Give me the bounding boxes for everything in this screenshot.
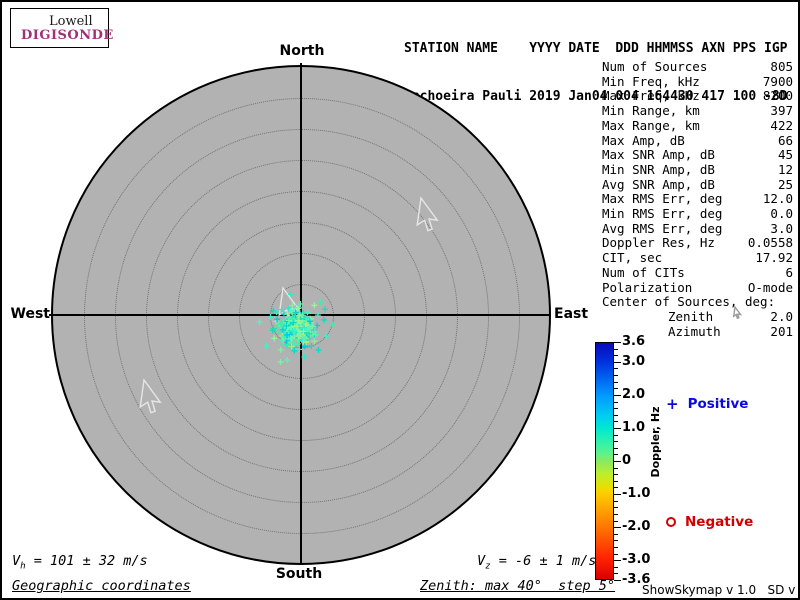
- colorbar-minor-tick: [614, 554, 618, 555]
- colorbar-major-tick: [614, 527, 621, 528]
- north-south-axis: [300, 63, 302, 565]
- compass-label-north: North: [278, 43, 326, 59]
- colorbar-major-tick: [614, 461, 621, 462]
- doppler-colorbar-title: Doppler, Hz: [649, 382, 663, 502]
- colorbar-minor-tick: [614, 474, 618, 475]
- stat-row: Doppler Res, Hz0.0558: [602, 236, 793, 251]
- colorbar-tick-label: 2.0: [622, 387, 645, 402]
- stat-row: Max Freq, kHz8200: [602, 89, 793, 104]
- stat-row: PolarizationO-mode: [602, 281, 793, 296]
- colorbar-minor-tick: [614, 547, 618, 548]
- stat-row: CIT, sec17.92: [602, 251, 793, 266]
- stat-row: Max RMS Err, deg12.0: [602, 192, 793, 207]
- colorbar-minor-tick: [614, 501, 618, 502]
- stat-row: Num of Sources805: [602, 60, 793, 75]
- colorbar-minor-tick: [614, 454, 618, 455]
- stat-row: Min Freq, kHz7900: [602, 75, 793, 90]
- colorbar-minor-tick: [614, 421, 618, 422]
- colorbar-minor-tick: [614, 487, 618, 488]
- colorbar-major-tick: [614, 494, 621, 495]
- colorbar-minor-tick: [614, 388, 618, 389]
- horizontal-velocity-readout: Vh = 101 ± 32 m/s: [12, 553, 148, 572]
- colorbar-minor-tick: [614, 573, 618, 574]
- colorbar-minor-tick: [614, 540, 618, 541]
- stat-row: Min SNR Amp, dB12: [602, 163, 793, 178]
- colorbar-minor-tick: [614, 355, 618, 356]
- stat-row: Avg SNR Amp, dB25: [602, 178, 793, 193]
- stat-row: Max SNR Amp, dB45: [602, 148, 793, 163]
- stat-row: Min RMS Err, deg0.0: [602, 207, 793, 222]
- doppler-colorbar: [595, 342, 614, 580]
- header-column-titles: STATION NAME YYYY DATE DDD HHMMSS AXN PP…: [404, 41, 788, 57]
- colorbar-minor-tick: [614, 435, 618, 436]
- colorbar-major-tick: [614, 342, 621, 343]
- coordinates-note: Geographic coordinates: [12, 578, 191, 594]
- stat-row: Min Range, km397: [602, 104, 793, 119]
- colorbar-tick-label: -3.0: [622, 552, 650, 567]
- legend-positive: + Positive: [666, 396, 748, 412]
- colorbar-major-tick: [614, 560, 621, 561]
- stat-row: Num of CITs6: [602, 266, 793, 281]
- colorbar-minor-tick: [614, 415, 618, 416]
- colorbar-minor-tick: [614, 368, 618, 369]
- stats-panel: Num of Sources805Min Freq, kHz7900Max Fr…: [602, 60, 793, 339]
- software-version: ShowSkymap v 1.0 SD v 5.1: [642, 583, 792, 597]
- colorbar-tick-label: 3.6: [622, 334, 645, 349]
- lowell-digisonde-logo: Lowell DIGISONDE: [10, 8, 109, 48]
- colorbar-tick-label: 3.0: [622, 354, 645, 369]
- stat-row: Max Amp, dB66: [602, 134, 793, 149]
- legend-positive-label: Positive: [688, 396, 749, 412]
- plus-marker-icon: +: [666, 398, 679, 411]
- logo-text-digisonde: DIGISONDE: [21, 28, 114, 43]
- logo-text-lowell: Lowell: [49, 14, 93, 29]
- zenith-scale-note: Zenith: max 40° step 5°: [420, 578, 615, 594]
- skymap-window: Lowell DIGISONDE STATION NAME YYYY DATE …: [0, 0, 800, 600]
- stat-row: Center of Sources, deg:: [602, 295, 793, 310]
- colorbar-minor-tick: [614, 534, 618, 535]
- doppler-colorbar-ticks: 3.63.02.01.00-1.0-2.0-3.0-3.6: [614, 342, 674, 581]
- colorbar-minor-tick: [614, 349, 618, 350]
- compass-label-west: West: [10, 306, 50, 322]
- compass-label-east: East: [554, 306, 598, 322]
- legend-negative-label: Negative: [685, 514, 753, 530]
- zenith-ring: [84, 98, 520, 534]
- stat-row: Zenith2.0: [602, 310, 793, 325]
- colorbar-minor-tick: [614, 468, 618, 469]
- stat-row: Avg RMS Err, deg3.0: [602, 222, 793, 237]
- colorbar-minor-tick: [614, 507, 618, 508]
- colorbar-major-tick: [614, 395, 621, 396]
- colorbar-tick-label: -2.0: [622, 519, 650, 534]
- colorbar-minor-tick: [614, 382, 618, 383]
- vertical-velocity-readout: Vz = -6 ± 1 m/s: [477, 553, 596, 572]
- colorbar-tick-label: 1.0: [622, 420, 645, 435]
- colorbar-minor-tick: [614, 375, 618, 376]
- legend-negative: Negative: [666, 514, 753, 530]
- colorbar-minor-tick: [614, 402, 618, 403]
- colorbar-minor-tick: [614, 408, 618, 409]
- circle-marker-icon: [666, 517, 676, 527]
- colorbar-minor-tick: [614, 481, 618, 482]
- compass-label-south: South: [275, 566, 323, 582]
- colorbar-minor-tick: [614, 441, 618, 442]
- colorbar-major-tick: [614, 428, 621, 429]
- colorbar-minor-tick: [614, 567, 618, 568]
- colorbar-tick-label: -1.0: [622, 486, 650, 501]
- stat-row: Max Range, km422: [602, 119, 793, 134]
- colorbar-tick-label: 0: [622, 453, 631, 468]
- colorbar-major-tick: [614, 362, 621, 363]
- colorbar-minor-tick: [614, 514, 618, 515]
- colorbar-minor-tick: [614, 448, 618, 449]
- colorbar-minor-tick: [614, 521, 618, 522]
